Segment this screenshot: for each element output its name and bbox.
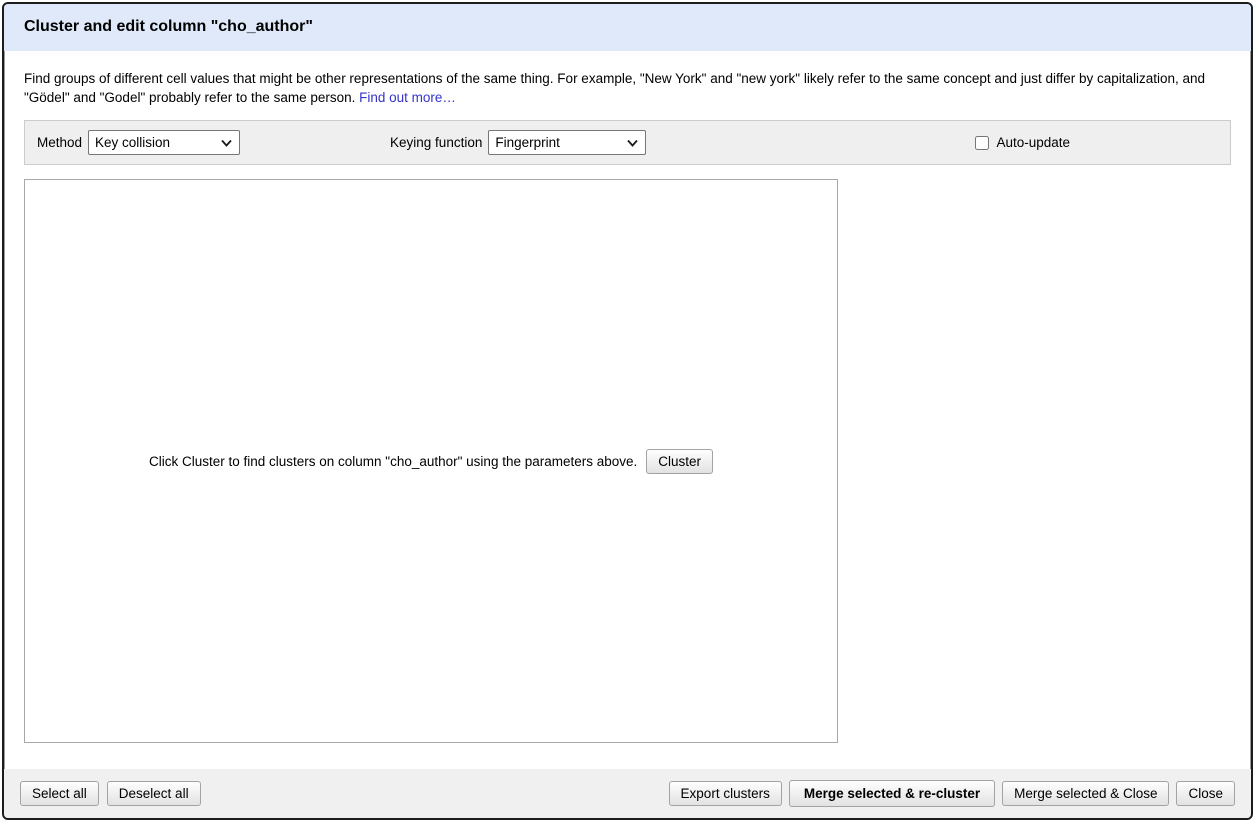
description-body: Find groups of different cell values tha… (24, 71, 1205, 105)
keying-function-select[interactable]: Fingerprint (488, 130, 646, 155)
dialog-body: Find groups of different cell values tha… (4, 51, 1251, 769)
method-label: Method (37, 135, 82, 150)
keying-function-group: Keying function Fingerprint (390, 130, 646, 155)
close-button[interactable]: Close (1176, 781, 1235, 806)
export-clusters-button[interactable]: Export clusters (669, 781, 782, 806)
merge-selected-recluster-button[interactable]: Merge selected & re-cluster (789, 780, 995, 807)
find-out-more-link[interactable]: Find out more… (359, 90, 456, 105)
auto-update-group: Auto-update (975, 135, 1070, 150)
clusters-results-panel: Click Cluster to find clusters on column… (24, 179, 838, 743)
cluster-prompt-message: Click Cluster to find clusters on column… (149, 454, 637, 469)
controls-bar: Method Key collision Keying function Fin… (24, 120, 1231, 165)
cluster-edit-dialog: Cluster and edit column "cho_author" Fin… (2, 2, 1253, 820)
dialog-footer: Select all Deselect all Export clusters … (4, 769, 1251, 818)
dialog-header: Cluster and edit column "cho_author" (4, 4, 1251, 51)
description-text: Find groups of different cell values tha… (24, 69, 1231, 107)
select-all-button[interactable]: Select all (20, 781, 99, 806)
method-group: Method Key collision (37, 130, 240, 155)
cluster-button[interactable]: Cluster (646, 449, 713, 474)
merge-selected-close-button[interactable]: Merge selected & Close (1002, 781, 1169, 806)
method-select[interactable]: Key collision (88, 130, 240, 155)
keying-function-label: Keying function (390, 135, 482, 150)
deselect-all-button[interactable]: Deselect all (107, 781, 201, 806)
footer-right-group: Export clusters Merge selected & re-clus… (669, 780, 1235, 807)
dialog-title: Cluster and edit column "cho_author" (24, 18, 313, 35)
auto-update-label: Auto-update (996, 135, 1070, 150)
auto-update-checkbox[interactable] (975, 136, 989, 150)
